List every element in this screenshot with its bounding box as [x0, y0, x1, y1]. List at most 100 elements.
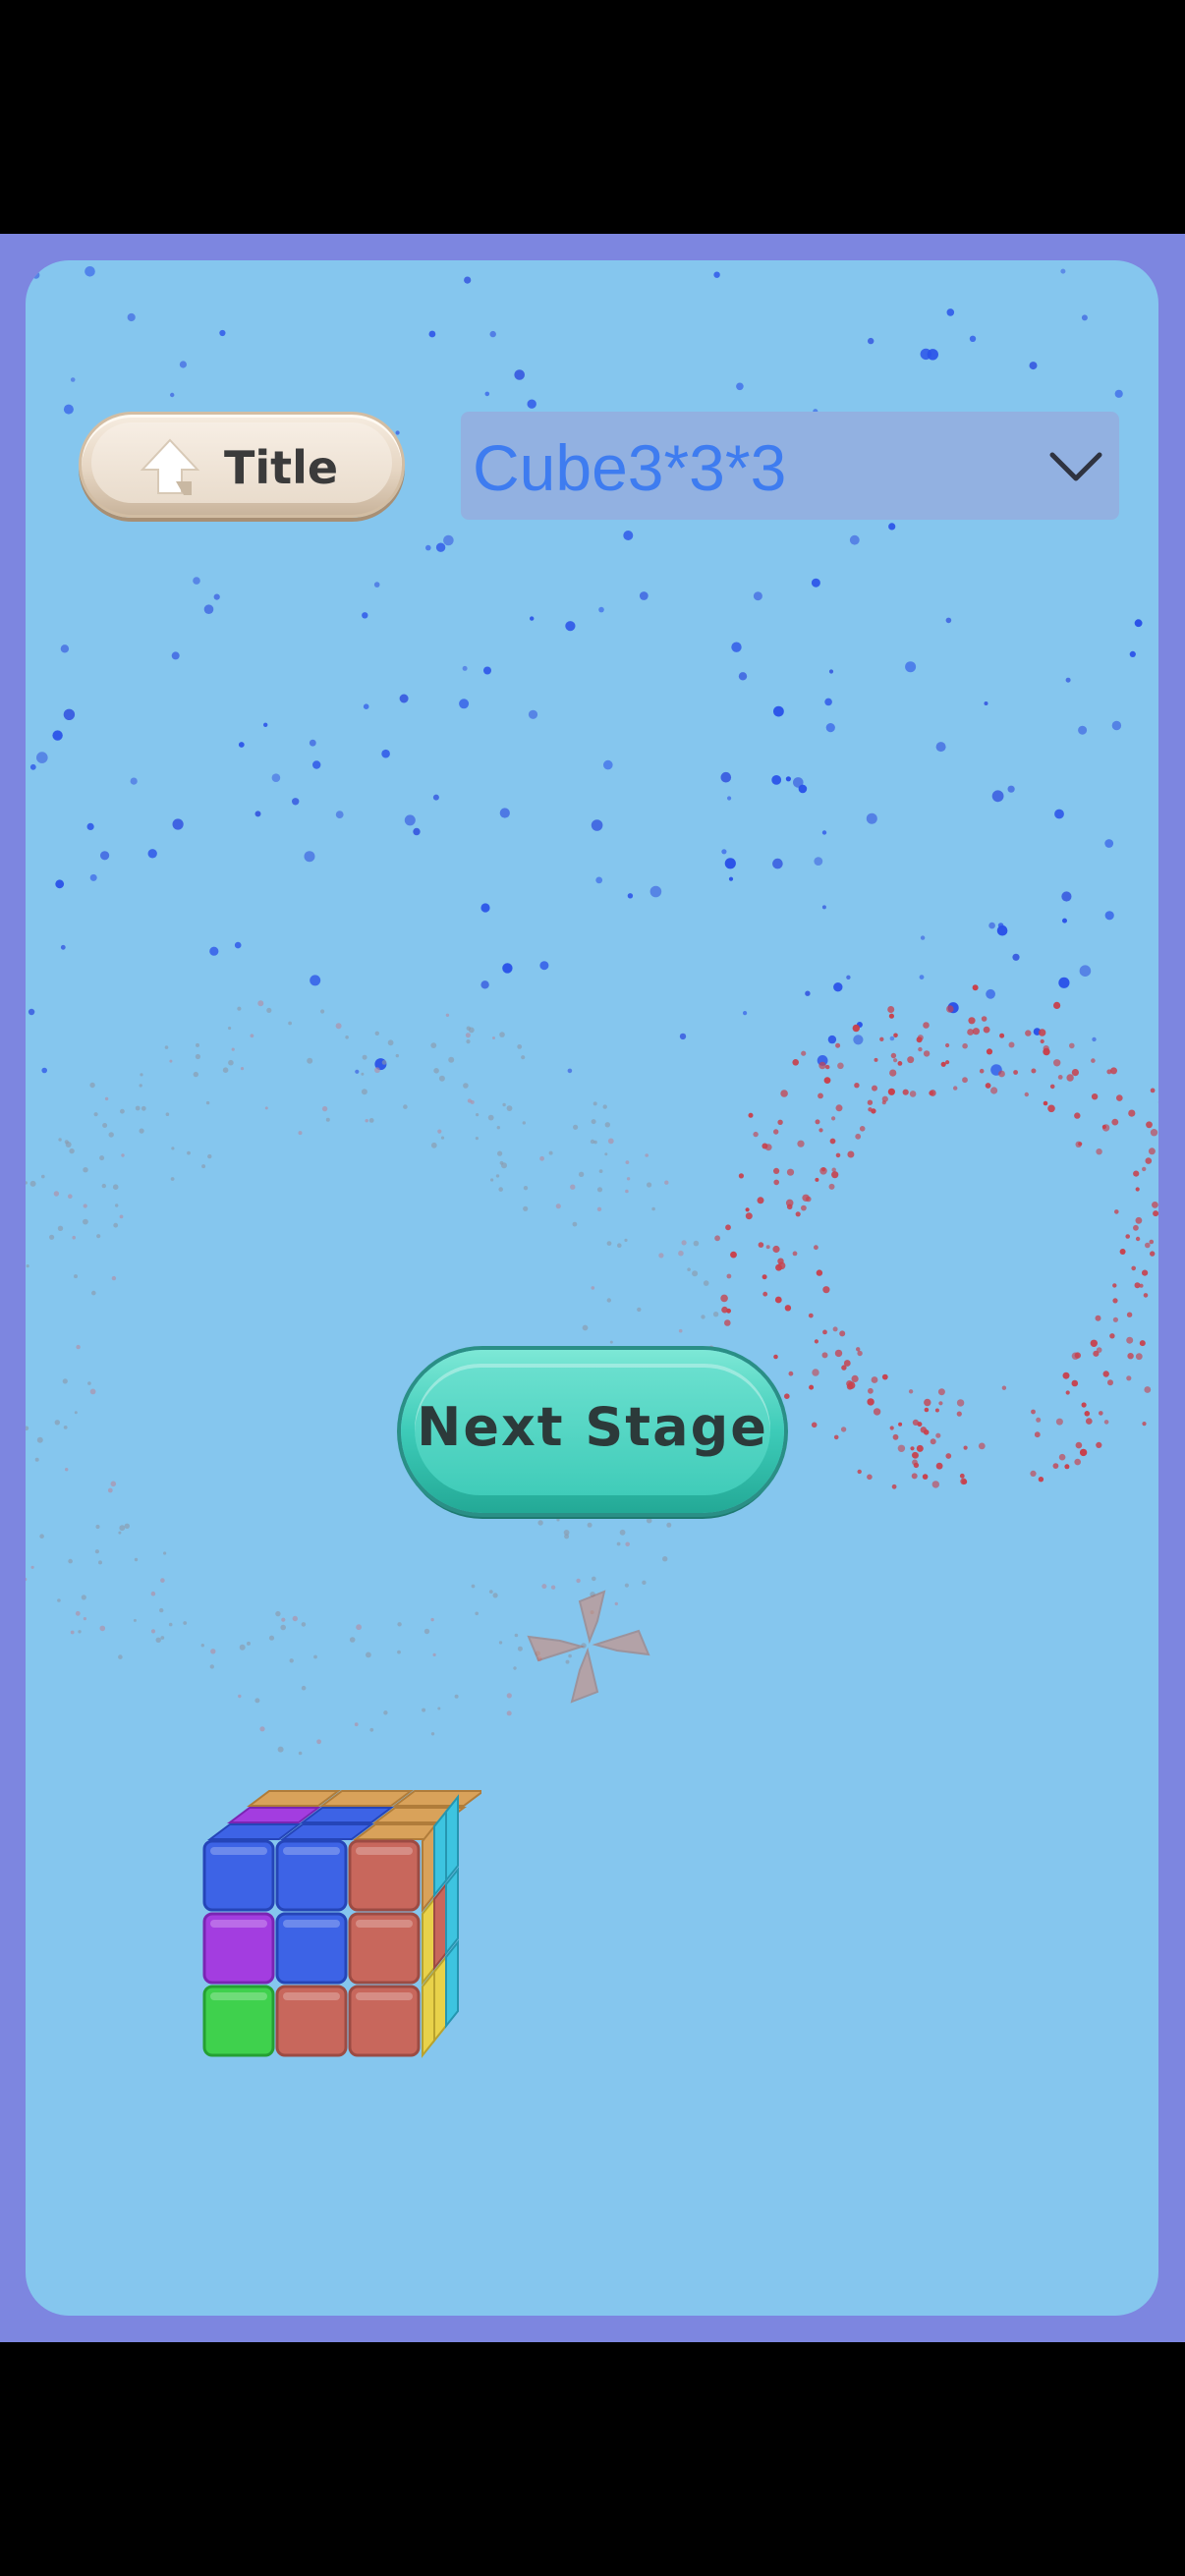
- red-particle: [726, 1308, 731, 1314]
- red-particle: [831, 1116, 836, 1121]
- grey-particle: [237, 1006, 242, 1011]
- puzzle-cube[interactable]: [197, 1786, 481, 2097]
- blue-particle: [946, 308, 955, 316]
- red-particle: [887, 1006, 895, 1013]
- grey-particle: [325, 1117, 330, 1122]
- red-particle: [902, 1089, 909, 1095]
- red-particle: [724, 1319, 731, 1326]
- red-particle: [837, 1062, 844, 1070]
- blue-particle: [997, 923, 1004, 928]
- grey-particle: [58, 1138, 62, 1142]
- grey-particle: [65, 1142, 72, 1148]
- cube-side-cell: [445, 1867, 459, 1956]
- red-particle: [1145, 1157, 1153, 1164]
- cube-side-cell: [445, 1794, 459, 1883]
- red-particle: [1096, 1148, 1102, 1155]
- stage-select-dropdown[interactable]: Cube3*3*3: [461, 412, 1119, 520]
- red-particle: [1071, 1069, 1079, 1077]
- red-particle: [809, 1384, 815, 1390]
- grey-particle: [57, 1598, 61, 1602]
- blue-particle: [28, 1008, 35, 1016]
- grey-particle: [607, 1138, 614, 1145]
- red-particle: [821, 1352, 828, 1359]
- blue-particle: [29, 763, 36, 770]
- red-particle: [923, 1022, 930, 1029]
- grey-particle: [222, 1067, 229, 1073]
- blue-particle: [489, 330, 496, 338]
- red-particle: [758, 1242, 764, 1248]
- blue-particle: [530, 616, 535, 621]
- red-particle: [962, 1077, 968, 1084]
- red-particle: [1133, 1224, 1139, 1231]
- red-particle: [940, 1061, 946, 1067]
- red-particle: [1127, 1353, 1134, 1360]
- red-particle: [777, 1258, 784, 1264]
- grey-particle: [497, 1150, 503, 1156]
- grey-particle: [69, 1148, 75, 1154]
- cube-side-cell: [433, 1954, 447, 2044]
- title-button[interactable]: Title: [79, 412, 405, 518]
- red-particle: [867, 1474, 873, 1481]
- grey-particle: [200, 1644, 204, 1648]
- red-particle: [1049, 1084, 1055, 1090]
- red-particle: [785, 1199, 794, 1207]
- blue-particle: [1061, 891, 1072, 902]
- grey-particle: [454, 1694, 459, 1699]
- red-particle: [714, 1235, 720, 1242]
- grey-particle: [207, 1153, 212, 1159]
- play-area[interactable]: [26, 260, 1158, 2316]
- grey-particle: [626, 1177, 631, 1181]
- grey-particle: [187, 1150, 191, 1155]
- red-particle: [815, 1119, 820, 1125]
- red-particle: [981, 1016, 988, 1022]
- blue-particle: [736, 382, 744, 391]
- blue-particle: [60, 944, 66, 950]
- red-particle: [1112, 1316, 1118, 1322]
- red-particle: [867, 1099, 874, 1105]
- cube-side-cell: [433, 1881, 447, 1971]
- red-particle: [1114, 1209, 1119, 1214]
- grey-particle: [335, 1023, 342, 1030]
- next-stage-button[interactable]: Next Stage: [401, 1350, 784, 1513]
- red-particle: [868, 1387, 874, 1394]
- grey-particle: [49, 1234, 55, 1240]
- grey-particle: [701, 1315, 705, 1319]
- grey-particle: [83, 1204, 87, 1208]
- red-particle: [1096, 1441, 1102, 1448]
- red-particle: [1043, 1100, 1048, 1106]
- grey-particle: [703, 1280, 709, 1286]
- blue-particle: [713, 271, 720, 278]
- grey-particle: [625, 1160, 630, 1164]
- red-particle: [956, 1399, 965, 1407]
- grey-particle: [150, 1629, 156, 1634]
- red-particle: [831, 1171, 839, 1179]
- red-particle: [857, 1350, 863, 1357]
- grey-particle: [141, 1105, 146, 1111]
- blue-particle: [147, 849, 157, 859]
- red-particle: [773, 1179, 779, 1186]
- blue-particle: [363, 703, 369, 709]
- red-particle: [893, 1033, 898, 1038]
- grey-particle: [70, 1630, 75, 1635]
- red-particle: [1066, 1074, 1074, 1082]
- grey-particle: [463, 1083, 469, 1089]
- red-particle: [929, 1091, 934, 1096]
- red-particle: [1084, 1411, 1091, 1417]
- grey-particle: [34, 1457, 39, 1462]
- grey-particle: [625, 1189, 629, 1194]
- blue-particle: [271, 773, 281, 782]
- blue-particle: [238, 742, 245, 748]
- red-particle: [773, 1167, 780, 1174]
- red-particle: [959, 1473, 965, 1479]
- cube-side-cell: [445, 1939, 459, 2029]
- red-particle: [999, 1033, 1005, 1038]
- blue-particle: [373, 582, 380, 588]
- red-particle: [889, 1069, 897, 1077]
- grey-particle: [119, 1525, 126, 1532]
- red-particle: [745, 1207, 750, 1212]
- red-particle: [1135, 1353, 1143, 1361]
- blue-particle: [292, 798, 300, 806]
- red-particle: [1142, 1269, 1149, 1276]
- red-particle: [797, 1140, 805, 1148]
- grey-particle: [209, 1664, 214, 1669]
